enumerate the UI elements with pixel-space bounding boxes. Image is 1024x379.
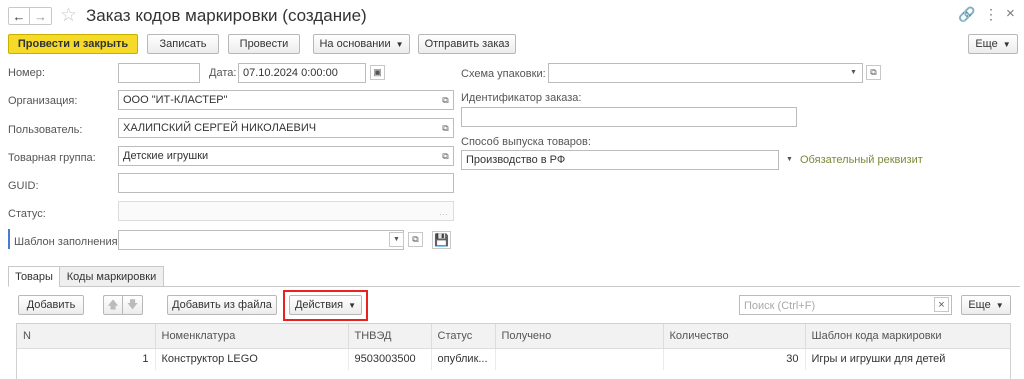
date-field[interactable]: 07.10.2024 0:00:00 (238, 63, 366, 83)
packaging-field[interactable] (548, 63, 863, 83)
release-method-field[interactable]: Производство в РФ (461, 150, 779, 170)
guid-field[interactable] (118, 173, 454, 193)
open-icon[interactable]: ⧉ (438, 121, 453, 136)
user-label: Пользователь: (8, 124, 83, 136)
status-label: Статус: (8, 208, 46, 220)
number-field[interactable] (118, 63, 200, 83)
release-method-label: Способ выпуска товаров: (461, 136, 591, 148)
header-received[interactable]: Получено (495, 324, 664, 349)
chevron-down-icon[interactable]: ▼ (846, 65, 861, 80)
table-header-row: N Номенклатура ТНВЭД Статус Получено Кол… (17, 324, 1010, 349)
post-and-close-button[interactable]: Провести и закрыть (8, 34, 138, 54)
template-field[interactable] (118, 230, 404, 250)
move-down-button[interactable]: 🡇 (123, 295, 143, 315)
tab-marking-codes[interactable]: Коды маркировки (59, 266, 164, 287)
open-icon[interactable]: ⧉ (438, 149, 453, 164)
arrow-left-icon: ← (12, 8, 26, 24)
table-more-label: Еще (968, 299, 991, 311)
back-button[interactable]: ← (8, 7, 30, 25)
product-group-field[interactable]: Детские игрушки (118, 146, 454, 166)
product-group-label: Товарная группа: (8, 152, 96, 164)
table-more-button[interactable]: Еще ▼ (961, 295, 1011, 315)
header-quantity[interactable]: Количество (663, 324, 806, 349)
send-order-button[interactable]: Отправить заказ (418, 34, 516, 54)
organization-field[interactable]: ООО "ИТ-КЛАСТЕР" (118, 90, 454, 110)
chevron-down-icon[interactable]: ▼ (389, 232, 404, 247)
add-from-file-button[interactable]: Добавить из файла (167, 295, 277, 315)
save-disk-icon[interactable]: 💾 (432, 231, 451, 249)
required-hint: Обязательный реквизит (800, 154, 923, 166)
user-field[interactable]: ХАЛИПСКИЙ СЕРГЕЙ НИКОЛАЕВИЧ (118, 118, 454, 138)
organization-label: Организация: (8, 95, 78, 107)
cell-template[interactable]: Игры и игрушки для детей (805, 348, 1010, 370)
tab-goods[interactable]: Товары (8, 266, 60, 287)
header-n[interactable]: N (17, 324, 156, 349)
more-button[interactable]: Еще ▼ (968, 34, 1018, 54)
cell-status[interactable]: опублик... (431, 348, 496, 370)
chevron-down-icon: ▼ (1002, 39, 1011, 49)
number-label: Номер: (8, 67, 45, 79)
chevron-down-icon[interactable]: ▼ (782, 152, 797, 167)
arrow-up-icon: 🡅 (107, 298, 119, 311)
date-label: Дата: (209, 67, 237, 79)
order-id-field[interactable] (461, 107, 797, 127)
cell-n: 1 (17, 348, 156, 370)
header-status[interactable]: Статус (431, 324, 496, 349)
window-title: Заказ кодов маркировки (создание) (86, 6, 367, 25)
table-row[interactable]: 1 Конструктор LEGO 9503003500 опублик...… (17, 348, 1010, 370)
cell-nomenclature[interactable]: Конструктор LEGO (155, 348, 349, 370)
link-icon[interactable]: 🔗 (958, 6, 975, 23)
packaging-label: Схема упаковки: (461, 68, 546, 80)
actions-button[interactable]: Действия ▼ (289, 295, 362, 315)
select-ellipsis-icon: … (439, 206, 448, 217)
based-on-label: На основании (319, 38, 391, 50)
based-on-button[interactable]: На основании ▼ (313, 34, 410, 54)
cell-received[interactable] (495, 348, 664, 370)
header-tnved[interactable]: ТНВЭД (348, 324, 432, 349)
clear-search-icon[interactable]: × (934, 297, 949, 312)
cell-quantity[interactable]: 30 (663, 348, 806, 370)
favorite-star-icon[interactable]: ☆ (60, 4, 77, 27)
add-button[interactable]: Добавить (18, 295, 84, 315)
menu-dots-icon[interactable]: ⋮ (984, 6, 998, 23)
open-icon[interactable]: ⧉ (438, 93, 453, 108)
forward-button[interactable]: → (30, 7, 52, 25)
status-field (118, 201, 454, 221)
more-label: Еще (975, 38, 998, 50)
cell-tnved[interactable]: 9503003500 (348, 348, 432, 370)
chevron-down-icon: ▼ (995, 300, 1004, 310)
required-marker (8, 229, 10, 249)
close-icon[interactable]: × (1006, 5, 1015, 22)
post-button[interactable]: Провести (228, 34, 300, 54)
save-button[interactable]: Записать (147, 34, 219, 54)
order-id-label: Идентификатор заказа: (461, 92, 582, 104)
template-label: Шаблон заполнения: (14, 236, 121, 248)
calendar-icon[interactable]: ▣ (370, 65, 385, 80)
search-input[interactable]: Поиск (Ctrl+F) (739, 295, 952, 315)
chevron-down-icon: ▼ (348, 300, 357, 310)
move-up-button[interactable]: 🡅 (103, 295, 123, 315)
chevron-down-icon: ▼ (395, 39, 404, 49)
goods-table: N Номенклатура ТНВЭД Статус Получено Кол… (16, 323, 1011, 379)
header-nomenclature[interactable]: Номенклатура (155, 324, 349, 349)
actions-label: Действия (294, 299, 344, 311)
open-icon[interactable]: ⧉ (408, 232, 423, 247)
guid-label: GUID: (8, 180, 39, 192)
header-template[interactable]: Шаблон кода маркировки (805, 324, 1010, 349)
open-icon[interactable]: ⧉ (866, 65, 881, 80)
arrow-right-icon: → (34, 8, 47, 24)
arrow-down-icon: 🡇 (126, 298, 139, 311)
